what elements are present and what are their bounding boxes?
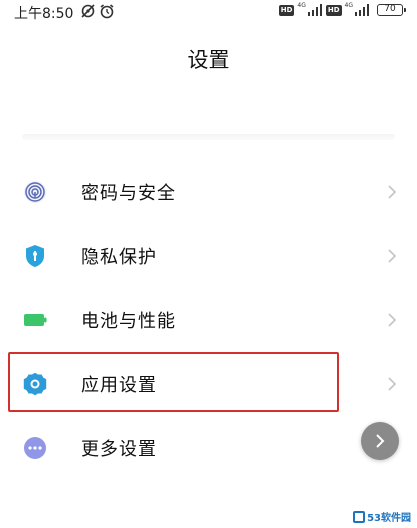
shield-icon (26, 245, 44, 267)
status-bar: 上午8:50 HD 4G HD 4G 70 (0, 0, 417, 26)
settings-item-label: 电池与性能 (81, 311, 176, 332)
settings-item-label: 密码与安全 (81, 183, 176, 204)
chevron-right-icon (376, 434, 385, 448)
settings-item-label: 更多设置 (81, 439, 157, 460)
settings-item-more-settings[interactable]: 更多设置 (0, 418, 417, 478)
settings-item-battery-performance[interactable]: 电池与性能 (0, 290, 417, 350)
settings-item-password-security[interactable]: 密码与安全 (0, 162, 417, 222)
status-indicators: HD 4G HD 4G 70 (278, 1, 406, 16)
hd-badge: HD (278, 4, 295, 16)
chevron-right-icon (388, 249, 397, 263)
battery-indicator: 70 (377, 4, 406, 16)
hd-badge: HD (325, 4, 342, 16)
settings-item-label: 隐私保护 (81, 247, 157, 268)
do-not-disturb-icon (81, 4, 95, 18)
settings-item-privacy[interactable]: 隐私保护 (0, 226, 417, 286)
chevron-right-icon (388, 185, 397, 199)
signal-icon (307, 4, 322, 16)
signal-icon (355, 4, 369, 16)
page-title: 设置 (187, 48, 230, 72)
floating-forward-button[interactable] (361, 422, 399, 460)
battery-icon (24, 314, 47, 326)
network-type: 4G (297, 1, 306, 9)
fingerprint-icon (24, 181, 46, 203)
chevron-right-icon (388, 377, 397, 391)
section-divider (22, 134, 395, 140)
watermark-logo: 53软件园 (353, 509, 411, 524)
chevron-right-icon (388, 313, 397, 327)
watermark-box-icon (353, 510, 366, 523)
watermark-text: 53软件园 (367, 513, 411, 524)
network-type: 4G (344, 1, 353, 9)
highlight-annotation-box (8, 352, 339, 412)
status-time: 上午8:50 (14, 6, 74, 22)
alarm-clock-icon (100, 4, 114, 19)
more-dots-icon (24, 437, 46, 459)
